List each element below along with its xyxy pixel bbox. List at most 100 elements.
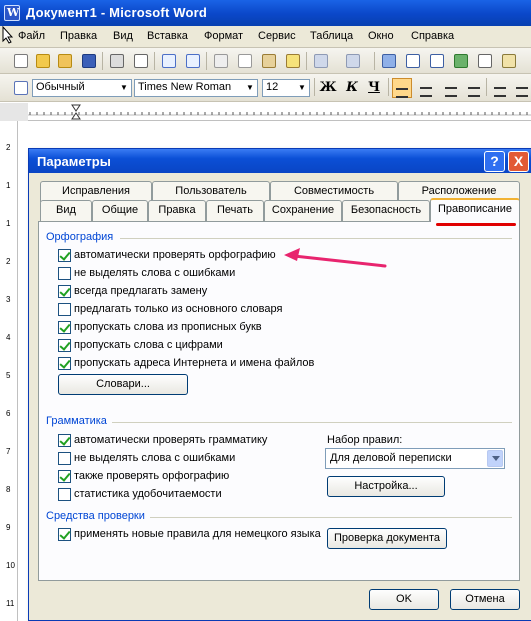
paste-icon[interactable] bbox=[260, 52, 278, 70]
vertical-ruler-number: 3 bbox=[6, 295, 11, 304]
menu-insert[interactable]: Вставка bbox=[147, 30, 188, 42]
annotation-underline bbox=[436, 223, 516, 226]
italic-button[interactable]: К bbox=[342, 78, 362, 98]
checkbox-main-dictionary-only[interactable] bbox=[58, 303, 71, 316]
vertical-ruler-number: 2 bbox=[6, 257, 11, 266]
checkbox-check-spelling-with-grammar[interactable] bbox=[58, 470, 71, 483]
font-size-combo[interactable]: 12 ▼ bbox=[262, 79, 310, 97]
vertical-ruler-number: 2 bbox=[6, 143, 11, 152]
styles-pane-icon[interactable] bbox=[12, 79, 30, 97]
chevron-down-icon[interactable]: ▼ bbox=[243, 80, 257, 96]
checkbox-auto-grammar[interactable] bbox=[58, 434, 71, 447]
align-left-icon bbox=[396, 88, 408, 98]
checkbox-readability-stats[interactable] bbox=[58, 488, 71, 501]
window-title: Документ1 - Microsoft Word bbox=[26, 5, 208, 20]
bold-button[interactable]: Ж bbox=[318, 78, 338, 98]
tab-save[interactable]: Сохранение bbox=[264, 200, 342, 221]
tab-user[interactable]: Пользователь bbox=[152, 181, 270, 202]
checkbox-always-suggest[interactable] bbox=[58, 285, 71, 298]
menu-edit[interactable]: Правка bbox=[60, 30, 97, 42]
line-spacing-button[interactable] bbox=[490, 78, 510, 98]
align-center-button[interactable] bbox=[416, 78, 436, 98]
open-folder-icon[interactable] bbox=[34, 52, 52, 70]
menu-help[interactable]: Справка bbox=[411, 30, 454, 42]
menu-window[interactable]: Окно bbox=[368, 30, 394, 42]
spelling-icon[interactable] bbox=[160, 52, 178, 70]
hyperlink-icon[interactable] bbox=[380, 52, 398, 70]
standard-toolbar bbox=[0, 48, 531, 74]
align-right-button[interactable] bbox=[440, 78, 460, 98]
ruleset-select[interactable]: Для деловой переписки bbox=[325, 448, 505, 469]
label-german-rules: применять новые правила для немецкого яз… bbox=[74, 528, 321, 540]
tab-edit[interactable]: Правка bbox=[148, 200, 206, 221]
style-value: Обычный bbox=[36, 81, 85, 93]
justify-icon bbox=[468, 87, 480, 97]
help-button[interactable]: ? bbox=[484, 151, 505, 172]
checkbox-ignore-urls[interactable] bbox=[58, 357, 71, 370]
align-right-icon bbox=[445, 87, 457, 97]
label-main-dictionary-only: предлагать только из основного словаря bbox=[74, 303, 283, 315]
horizontal-ruler[interactable] bbox=[0, 103, 531, 121]
format-painter-icon[interactable] bbox=[284, 52, 302, 70]
underline-button[interactable]: Ч bbox=[364, 78, 384, 98]
chevron-down-icon[interactable]: ▼ bbox=[295, 80, 309, 96]
font-combo[interactable]: Times New Roman ▼ bbox=[134, 79, 258, 97]
tab-print[interactable]: Печать bbox=[206, 200, 264, 221]
close-button[interactable]: X bbox=[508, 151, 529, 172]
folder-icon[interactable] bbox=[56, 52, 74, 70]
checkbox-hide-grammar-errors[interactable] bbox=[58, 452, 71, 465]
formatting-toolbar: Обычный ▼ Times New Roman ▼ 12 ▼ Ж К Ч bbox=[0, 74, 531, 102]
tab-compatibility[interactable]: Совместимость bbox=[270, 181, 398, 202]
tab-spelling-grammar[interactable]: Правописание bbox=[430, 198, 520, 222]
menu-format[interactable]: Формат bbox=[204, 30, 243, 42]
ok-button[interactable]: OK bbox=[369, 589, 439, 610]
numbering-button[interactable] bbox=[512, 78, 531, 98]
checkbox-ignore-numbers[interactable] bbox=[58, 339, 71, 352]
menu-tools[interactable]: Сервис bbox=[258, 30, 296, 42]
recheck-document-button[interactable]: Проверка документа bbox=[327, 528, 447, 549]
cancel-button[interactable]: Отмена bbox=[450, 589, 520, 610]
new-document-icon[interactable] bbox=[12, 52, 30, 70]
menu-file[interactable]: Файл bbox=[18, 30, 45, 42]
justify-button[interactable] bbox=[464, 78, 484, 98]
word-app-icon bbox=[4, 5, 20, 21]
menu-table[interactable]: Таблица bbox=[310, 30, 353, 42]
chevron-down-icon[interactable]: ▼ bbox=[117, 80, 131, 96]
research-icon[interactable] bbox=[184, 52, 202, 70]
chevron-down-icon[interactable] bbox=[487, 450, 503, 467]
grammar-settings-button[interactable]: Настройка... bbox=[327, 476, 445, 497]
menu-view[interactable]: Вид bbox=[113, 30, 133, 42]
save-icon[interactable] bbox=[80, 52, 98, 70]
tab-view[interactable]: Вид bbox=[40, 200, 92, 221]
vertical-ruler[interactable]: 2 1 1 2 3 4 5 6 7 8 9 10 11 bbox=[0, 121, 18, 621]
cut-icon[interactable] bbox=[212, 52, 230, 70]
vertical-ruler-number: 8 bbox=[6, 485, 11, 494]
label-ignore-numbers: пропускать слова с цифрами bbox=[74, 339, 223, 351]
copy-icon[interactable] bbox=[236, 52, 254, 70]
checkbox-auto-spelling[interactable] bbox=[58, 249, 71, 262]
columns-icon[interactable] bbox=[476, 52, 494, 70]
font-value: Times New Roman bbox=[138, 81, 232, 93]
label-ignore-urls: пропускать адреса Интернета и имена файл… bbox=[74, 357, 315, 369]
drawing-icon[interactable] bbox=[500, 52, 518, 70]
undo-icon[interactable] bbox=[312, 52, 330, 70]
dictionaries-button[interactable]: Словари... bbox=[58, 374, 188, 395]
style-combo[interactable]: Обычный ▼ bbox=[32, 79, 132, 97]
tab-general[interactable]: Общие bbox=[92, 200, 148, 221]
insert-excel-icon[interactable] bbox=[452, 52, 470, 70]
dialog-title: Параметры bbox=[37, 154, 111, 169]
redo-icon[interactable] bbox=[344, 52, 362, 70]
tab-revisions[interactable]: Исправления bbox=[40, 181, 152, 202]
checkbox-german-rules[interactable] bbox=[58, 528, 71, 541]
print-preview-icon[interactable] bbox=[132, 52, 150, 70]
checkbox-hide-spelling-errors[interactable] bbox=[58, 267, 71, 280]
align-left-button[interactable] bbox=[392, 78, 412, 98]
print-icon[interactable] bbox=[108, 52, 126, 70]
tables-borders-icon[interactable] bbox=[404, 52, 422, 70]
insert-table-icon[interactable] bbox=[428, 52, 446, 70]
checkbox-ignore-uppercase[interactable] bbox=[58, 321, 71, 334]
annotation-arrow bbox=[284, 248, 387, 268]
label-auto-grammar: автоматически проверять грамматику bbox=[74, 434, 268, 446]
tab-security[interactable]: Безопасность bbox=[342, 200, 430, 221]
vertical-ruler-number: 1 bbox=[6, 219, 11, 228]
